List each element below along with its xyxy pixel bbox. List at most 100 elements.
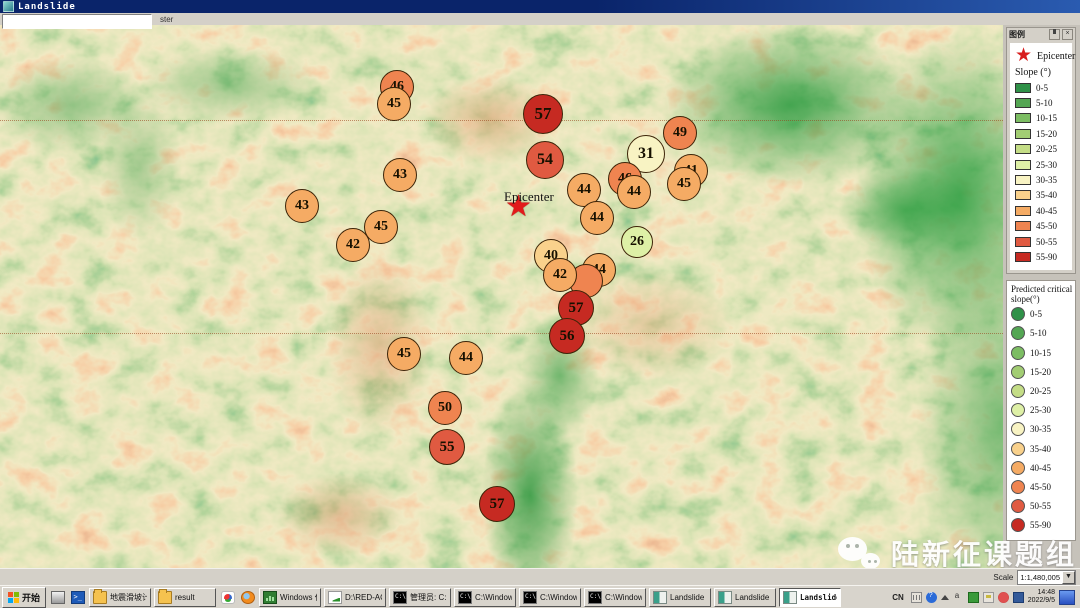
slope-marker[interactable]: 56 [549,318,585,354]
slope-marker[interactable]: 44 [580,201,614,235]
red-status-icon[interactable] [998,592,1009,603]
legend-pin-button[interactable] [1049,29,1060,40]
slope-class-swatch [1015,83,1031,93]
slope-class-row: 10-15 [1015,111,1072,126]
critical-class-swatch [1011,365,1025,379]
slope-marker[interactable]: 57 [479,486,515,522]
network-icon[interactable] [1013,592,1024,603]
watermark: 陆新征课题组 [837,533,1077,573]
slope-marker[interactable]: 54 [526,141,564,179]
slope-class-row: 30-35 [1015,172,1072,187]
slope-class-swatch [1015,98,1031,108]
taskbar-task-button[interactable]: C:\Windows... [519,588,581,607]
slope-marker[interactable]: 43 [285,189,319,223]
slope-marker[interactable]: 42 [543,258,577,292]
keyboard-icon[interactable] [911,592,922,603]
critical-class-swatch [1011,403,1025,417]
slope-class-row: 50-55 [1015,234,1072,249]
firefox-icon [241,591,255,604]
critical-class-row: 30-35 [1011,420,1075,439]
slope-marker[interactable]: 45 [377,87,411,121]
slope-class-swatch [1015,144,1031,154]
taskbar-task-button[interactable]: D:\RED-ACT .. [324,588,386,607]
epicenter-legend-icon: ★ [1015,47,1032,65]
scale-value: 1:1,480,005 [1018,573,1062,582]
taskbar-task-button[interactable]: Landslide [779,588,841,607]
quick-launch-slot[interactable] [219,589,236,606]
taskbar-task-label: Landslide [735,593,769,602]
quick-launch-slot[interactable] [239,589,256,606]
quick-launch-slot[interactable] [49,589,66,606]
critical-class-row: 40-45 [1011,458,1075,477]
chevron-down-icon[interactable]: ▼ [1062,571,1075,584]
caret-icon[interactable] [941,595,949,600]
slope-class-swatch [1015,160,1031,170]
slope-class-row: 15-20 [1015,126,1072,141]
taskbar-task-button[interactable]: Windows 任.. [259,588,321,607]
slope-marker[interactable]: 55 [429,429,465,465]
critical-class-row: 5-10 [1011,324,1075,343]
slope-class-label: 50-55 [1036,237,1057,247]
legend-epicenter-row: ★ Epicenter [1015,46,1072,66]
cmd-icon [458,591,472,604]
clock-date: 2022/9/5 [1028,597,1055,605]
slope-marker[interactable]: 57 [523,94,563,134]
layer-input[interactable] [2,14,152,29]
cmd-icon [393,591,407,604]
language-indicator[interactable]: CN [889,591,907,604]
slope-class-label: 55-90 [1036,252,1057,262]
taskbar-task-label: 管理员: C:... [410,592,447,603]
slope-marker[interactable]: 45 [667,167,701,201]
scale-dropdown[interactable]: 1:1,480,005 ▼ [1017,570,1076,585]
taskbar-task-button[interactable]: result [154,588,216,607]
slope-marker[interactable]: 43 [383,158,417,192]
taskbar-task-button[interactable]: C:\Windows... [454,588,516,607]
legend-close-button[interactable]: × [1062,29,1073,40]
green-doc-icon[interactable] [968,592,979,603]
landslide-window: Landslide ster ★ Epicenter [0,0,1080,608]
graticule-line [0,120,1003,121]
taskbar-items: 地震滑坡计... result Windows 任..D:\RED-ACT .. 管理… [49,588,841,607]
critical-class-row: 50-55 [1011,497,1075,516]
slope-marker[interactable]: 44 [449,341,483,375]
slope-marker[interactable]: 42 [336,228,370,262]
critical-class-row: 25-30 [1011,401,1075,420]
slope-legend-title: Slope (°) [1015,67,1072,78]
critical-class-label: 20-25 [1030,386,1051,396]
map-canvas[interactable]: ★ Epicenter 4645574931544341464544444344… [0,25,1003,568]
help-icon[interactable] [926,592,937,603]
taskbar-task-button[interactable]: Landslide [714,588,776,607]
scale-label: Scale [993,573,1013,582]
window-title: Landslide [18,2,76,12]
powershell-icon [71,591,85,604]
pin-a-icon[interactable] [953,592,964,603]
start-button[interactable]: 开始 [2,587,46,608]
slope-marker[interactable]: 50 [428,391,462,425]
slope-marker[interactable]: 49 [663,116,697,150]
critical-class-label: 35-40 [1030,444,1051,454]
slope-marker[interactable]: 44 [617,175,651,209]
slope-marker[interactable]: 45 [387,337,421,371]
slope-marker[interactable]: 26 [621,226,653,258]
taskbar-task-label: C:\Windows... [475,593,512,602]
critical-class-row: 15-20 [1011,362,1075,381]
quick-launch-slot[interactable] [69,589,86,606]
slope-class-swatch [1015,175,1031,185]
flag-icon[interactable] [983,592,994,603]
taskbar-task-label: C:\Windows... [540,593,577,602]
taskbar-task-button[interactable]: 管理员: C:... [389,588,451,607]
window-titlebar[interactable]: Landslide [0,0,1080,13]
critical-class-label: 25-30 [1030,405,1051,415]
taskbar-task-label: C:\Windows... [605,593,642,602]
taskbar-task-button[interactable]: Landslide [649,588,711,607]
legend-titlebar[interactable]: 图例 × [1007,28,1075,41]
critical-class-swatch [1011,480,1025,494]
taskbar-task-button[interactable]: C:\Windows... [584,588,646,607]
legend-title: 图例 [1009,29,1047,40]
taskbar-task-label: Landslide [670,593,704,602]
taskbar-task-button[interactable]: 地震滑坡计... [89,588,151,607]
taskbar-clock[interactable]: 14:48 2022/9/5 [1028,589,1055,605]
taskbar-task-label: 地震滑坡计... [110,592,147,603]
show-desktop-icon[interactable] [1059,590,1075,605]
landslide-icon [783,591,797,604]
